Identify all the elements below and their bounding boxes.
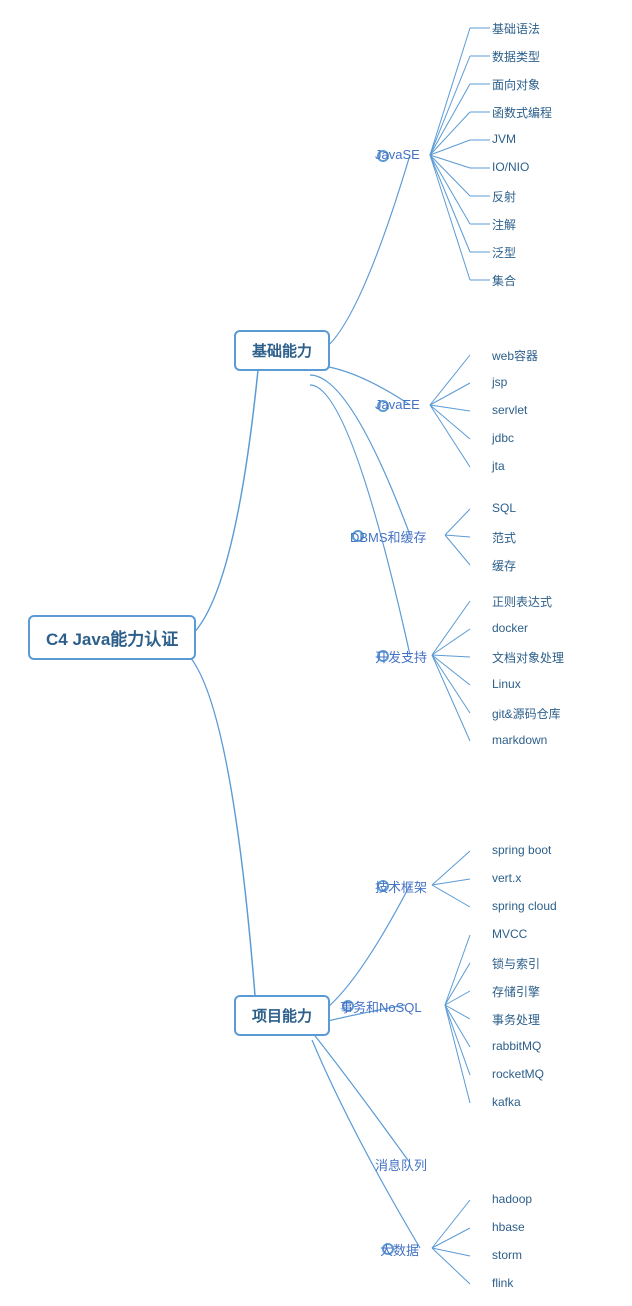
leaf-SQL: SQL xyxy=(492,501,516,515)
leaf-面向对象: 面向对象 xyxy=(492,76,540,93)
label-技术框架: 技术框架 xyxy=(375,877,427,896)
leaf-函数式编程: 函数式编程 xyxy=(492,104,552,121)
label-消息队列: 消息队列 xyxy=(375,1155,427,1174)
label-JavaSE: JavaSE xyxy=(375,147,420,162)
leaf-spring-cloud: spring cloud xyxy=(492,899,557,913)
leaf-数据类型: 数据类型 xyxy=(492,48,540,65)
label-项目能力: 项目能力 xyxy=(252,1008,312,1025)
node-技术框架: 技术框架 xyxy=(375,877,389,892)
leaf-锁与索引: 锁与索引 xyxy=(492,955,540,972)
leaf-泛型: 泛型 xyxy=(492,244,516,261)
leaf-反射: 反射 xyxy=(492,188,516,205)
node-基础能力: 基础能力 xyxy=(234,330,330,371)
leaf-git: git&源码仓库 xyxy=(492,705,561,722)
leaf-缓存: 缓存 xyxy=(492,557,516,574)
node-事务和NoSQL: 事务和NoSQL xyxy=(340,997,354,1012)
leaf-存储引擎: 存储引擎 xyxy=(492,983,540,1000)
label-开发支持: 开发支持 xyxy=(375,647,427,666)
mind-map: C4 Java能力认证 基础能力 项目能力 JavaSE JavaEE DBMS… xyxy=(0,0,632,1306)
leaf-基础语法: 基础语法 xyxy=(492,20,540,37)
leaf-rabbitMQ: rabbitMQ xyxy=(492,1039,541,1053)
label-大数据: 大数据 xyxy=(380,1240,419,1259)
node-DBMS: DBMS和缓存 xyxy=(350,527,364,542)
node-JavaEE: JavaEE xyxy=(375,397,389,412)
label-DBMS: DBMS和缓存 xyxy=(350,527,427,546)
node-开发支持: 开发支持 xyxy=(375,647,389,662)
leaf-kafka: kafka xyxy=(492,1095,521,1109)
leaf-集合: 集合 xyxy=(492,272,516,289)
leaf-web容器: web容器 xyxy=(492,347,538,364)
leaf-jsp: jsp xyxy=(492,375,507,389)
leaf-spring-boot: spring boot xyxy=(492,843,551,857)
leaf-范式: 范式 xyxy=(492,529,516,546)
label-事务和NoSQL: 事务和NoSQL xyxy=(340,997,422,1016)
node-JavaSE: JavaSE xyxy=(375,147,389,162)
leaf-文档对象处理: 文档对象处理 xyxy=(492,649,564,666)
leaf-markdown: markdown xyxy=(492,733,547,747)
leaf-docker: docker xyxy=(492,621,528,635)
leaf-Linux: Linux xyxy=(492,677,521,691)
leaf-hbase: hbase xyxy=(492,1220,525,1234)
label-JavaEE: JavaEE xyxy=(375,397,420,412)
leaf-注解: 注解 xyxy=(492,216,516,233)
leaf-storm: storm xyxy=(492,1248,522,1262)
leaf-hadoop: hadoop xyxy=(492,1192,532,1206)
leaf-rocketMQ: rocketMQ xyxy=(492,1067,544,1081)
node-项目能力: 项目能力 xyxy=(234,995,330,1036)
leaf-事务处理: 事务处理 xyxy=(492,1011,540,1028)
label-基础能力: 基础能力 xyxy=(252,343,312,360)
leaf-JVM: JVM xyxy=(492,132,516,146)
leaf-jta: jta xyxy=(492,459,505,473)
leaf-servlet: servlet xyxy=(492,403,527,417)
leaf-vert-x: vert.x xyxy=(492,871,521,885)
leaf-jdbc: jdbc xyxy=(492,431,514,445)
root-node: C4 Java能力认证 xyxy=(28,615,196,660)
leaf-MVCC: MVCC xyxy=(492,927,527,941)
leaf-IO/NIO: IO/NIO xyxy=(492,160,529,174)
leaf-flink: flink xyxy=(492,1276,513,1290)
leaf-正则表达式: 正则表达式 xyxy=(492,593,552,610)
node-大数据: 大数据 xyxy=(380,1240,394,1255)
root-label: C4 Java能力认证 xyxy=(46,630,178,649)
